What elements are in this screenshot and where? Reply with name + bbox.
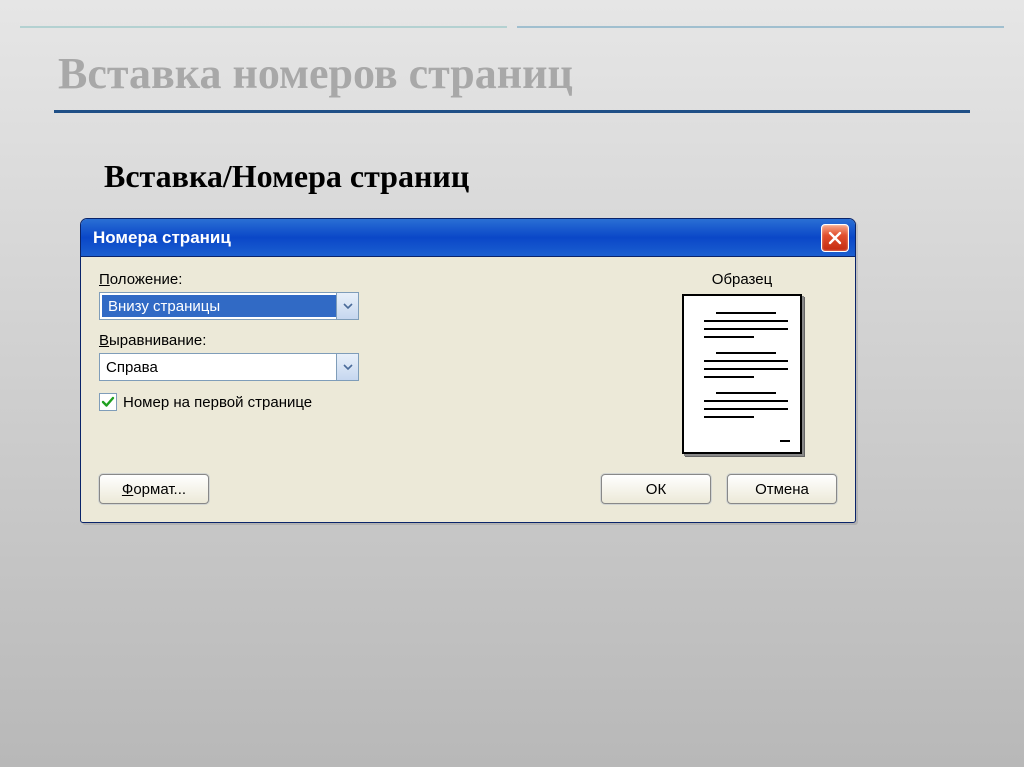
chevron-down-icon[interactable] (336, 293, 358, 319)
format-button[interactable]: Формат... (99, 474, 209, 504)
dialog-title: Номера страниц (93, 228, 821, 248)
first-page-checkbox-label: Номер на первой странице (123, 394, 312, 411)
position-label: Положение: (99, 271, 607, 288)
alignment-combo[interactable]: Справа (99, 353, 359, 381)
slide-title: Вставка номеров страниц (58, 48, 573, 99)
alignment-combo-value: Справа (100, 354, 336, 380)
dialog-titlebar[interactable]: Номера страниц (81, 219, 855, 257)
check-icon (101, 395, 115, 409)
title-underline (54, 110, 970, 113)
slide-subhead: Вставка/Номера страниц (104, 158, 469, 195)
page-numbers-dialog: Номера страниц Положение: Внизу страницы… (80, 218, 856, 523)
close-icon (827, 230, 843, 246)
ok-button[interactable]: ОК (601, 474, 711, 504)
first-page-checkbox[interactable] (99, 393, 117, 411)
close-button[interactable] (821, 224, 849, 252)
cancel-button[interactable]: Отмена (727, 474, 837, 504)
sample-label: Образец (647, 271, 837, 288)
position-combo[interactable]: Внизу страницы (99, 292, 359, 320)
chevron-down-icon[interactable] (336, 354, 358, 380)
position-combo-value: Внизу страницы (102, 295, 336, 317)
slide-top-decoration (20, 0, 1004, 28)
alignment-label: Выравнивание: (99, 332, 607, 349)
sample-preview (682, 294, 802, 454)
